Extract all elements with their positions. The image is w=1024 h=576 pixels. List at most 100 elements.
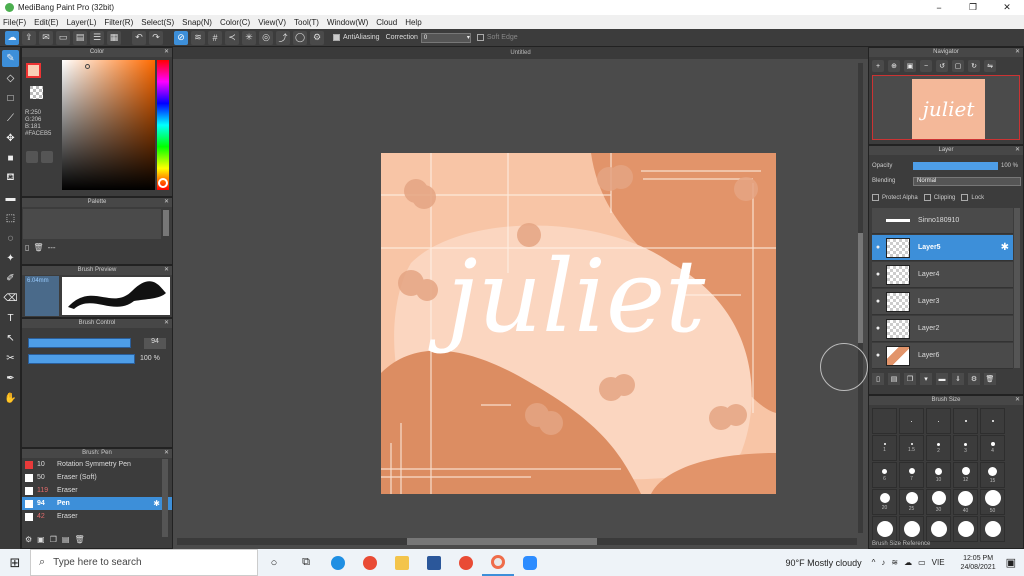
zoom-actual-icon[interactable]: ▣	[904, 60, 916, 72]
bucket-tool-icon[interactable]: ⛾	[2, 170, 19, 187]
folder-brush-icon[interactable]: ▤	[62, 535, 70, 544]
brush-list-item[interactable]: 94 Pen ✱	[22, 497, 172, 510]
close-button[interactable]: ✕	[990, 0, 1024, 15]
artwork-canvas[interactable]: juliet	[381, 153, 776, 494]
layer-settings-gear-icon[interactable]: ✱	[1001, 242, 1009, 253]
add-brush-icon[interactable]: ▣	[37, 535, 45, 544]
dialog-icon[interactable]: ▭	[56, 30, 70, 45]
taskbar-search[interactable]: ⌕ Type here to search	[30, 549, 258, 576]
layer-visibility-icon[interactable]: ●	[872, 298, 884, 305]
snap-perspective-icon[interactable]: ≺	[225, 30, 239, 45]
brush-size-cell[interactable]: 3	[953, 435, 978, 461]
vertical-scroll-thumb[interactable]	[858, 233, 863, 343]
panel-close-icon[interactable]: ✕	[164, 449, 169, 458]
clipping-checkbox[interactable]	[923, 194, 931, 201]
snap-circle-icon[interactable]: ◎	[259, 30, 273, 45]
layer-visibility-icon[interactable]: ●	[872, 325, 884, 332]
brush-opacity-slider[interactable]	[28, 354, 135, 364]
brush-tool-icon[interactable]: ✎	[2, 50, 19, 67]
medibang-taskbar-icon[interactable]	[482, 549, 514, 576]
dot-tool-icon[interactable]: ⟋	[2, 110, 19, 127]
brush-size-cell[interactable]: 10	[926, 462, 951, 488]
brush-size-tabs[interactable]: Brush Size Reference	[872, 541, 930, 547]
comment-icon[interactable]: ✉	[39, 30, 53, 45]
cloud-icon[interactable]: ☁	[5, 30, 19, 45]
brush-list-item[interactable]: 119 Eraser	[22, 484, 172, 497]
menu-tool[interactable]: Tool(T)	[294, 18, 319, 27]
layer-folder-icon[interactable]: ▬	[936, 373, 948, 385]
merge-layer-icon[interactable]: ⇓	[952, 373, 964, 385]
correction-select[interactable]: 0 ▾	[420, 32, 471, 43]
snap-parallel-icon[interactable]: ≋	[191, 30, 205, 45]
layer-row[interactable]: ● Layer2	[872, 316, 1013, 342]
layer-opacity-slider[interactable]	[913, 162, 998, 170]
palette-scrollbar[interactable]	[163, 210, 169, 236]
new-layer-icon[interactable]: ▯	[872, 373, 884, 385]
antialias-checkbox[interactable]	[333, 34, 340, 41]
layer-row[interactable]: ● Layer5 ✱	[872, 235, 1013, 261]
menu-snap[interactable]: Snap(N)	[182, 18, 212, 27]
notification-icon[interactable]: ▣	[1006, 556, 1016, 569]
zoom-in-icon[interactable]: +	[872, 60, 884, 72]
brush-size-cell[interactable]: 25	[899, 489, 924, 515]
palette-area[interactable]	[23, 209, 161, 239]
network-icon[interactable]: ≋	[891, 558, 898, 567]
layer-visibility-icon[interactable]: ●	[872, 271, 884, 278]
redo-icon[interactable]: ↷	[149, 30, 163, 45]
brush-size-cell[interactable]	[953, 516, 978, 542]
hue-slider[interactable]	[157, 60, 169, 190]
weather-text[interactable]: 90°F Mostly cloudy	[785, 558, 861, 568]
zoom-out-icon[interactable]: −	[920, 60, 932, 72]
layer-row[interactable]: Sinno180910	[872, 208, 1013, 234]
transparent-swatch[interactable]	[30, 86, 43, 99]
move-tool-icon[interactable]: ✥	[2, 130, 19, 147]
operation-tool-icon[interactable]: ↖	[2, 330, 19, 347]
copy-brush-icon[interactable]: ❐	[50, 535, 57, 544]
brush-size-cell[interactable]: 12	[953, 462, 978, 488]
chrome-window-icon[interactable]	[450, 549, 482, 576]
new-halftone-layer-icon[interactable]: ▤	[888, 373, 900, 385]
canvas-horizontal-scrollbar[interactable]	[177, 538, 857, 545]
menu-color[interactable]: Color(C)	[220, 18, 250, 27]
brush-size-cell[interactable]	[926, 516, 951, 542]
lasso-tool-icon[interactable]: ◌	[2, 230, 19, 247]
brush-size-cell[interactable]: 4	[980, 435, 1005, 461]
menu-select[interactable]: Select(S)	[141, 18, 174, 27]
divide-tool-icon[interactable]: ✂	[2, 350, 19, 367]
brush-size-cell[interactable]: 15	[980, 462, 1005, 488]
share-icon[interactable]: ⇪	[22, 30, 36, 45]
brush-size-cell[interactable]	[872, 408, 897, 434]
brush-size-cell[interactable]	[899, 408, 924, 434]
protect-alpha-checkbox[interactable]	[872, 194, 879, 201]
brush-settings-icon[interactable]: ⚙	[25, 535, 32, 544]
chrome-icon[interactable]	[354, 549, 386, 576]
file-explorer-icon[interactable]	[386, 549, 418, 576]
delete-brush-icon[interactable]: 🗑	[74, 535, 84, 544]
brush-list-item[interactable]: 42 Eraser	[22, 510, 172, 523]
menu-edit[interactable]: Edit(E)	[34, 18, 58, 27]
color-picker-cursor[interactable]	[85, 64, 90, 69]
new-palette-icon[interactable]: ▯	[25, 243, 29, 252]
chevron-up-icon[interactable]: ^	[872, 558, 876, 567]
undo-icon[interactable]: ↶	[132, 30, 146, 45]
select-pen-tool-icon[interactable]: ✐	[2, 270, 19, 287]
brush-size-slider[interactable]	[28, 338, 132, 348]
brush-list-item[interactable]: 50 Eraser (Soft)	[22, 471, 172, 484]
snap-ellipse-icon[interactable]: ◯	[293, 30, 307, 45]
color-picker-icon[interactable]	[41, 151, 53, 163]
brush-size-cell[interactable]: 7	[899, 462, 924, 488]
magic-wand-tool-icon[interactable]: ✦	[2, 250, 19, 267]
snap-radial-icon[interactable]: ✳	[242, 30, 256, 45]
battery-icon[interactable]: ▭	[918, 558, 926, 567]
menu-help[interactable]: Help	[405, 18, 421, 27]
cortana-icon[interactable]: ○	[258, 549, 290, 576]
select-tool-icon[interactable]: ⬚	[2, 210, 19, 227]
zoom-fit-icon[interactable]: ⊕	[888, 60, 900, 72]
brush-list-scrollbar[interactable]	[162, 459, 168, 537]
fill-rect-tool-icon[interactable]: ■	[2, 150, 19, 167]
fit-window-icon[interactable]: ▢	[952, 60, 964, 72]
brush-size-cell[interactable]: 50	[980, 489, 1005, 515]
brush-size-cell[interactable]	[953, 408, 978, 434]
layer-list-scrollbar[interactable]	[1014, 208, 1020, 368]
restore-button[interactable]: ❐	[956, 0, 990, 15]
